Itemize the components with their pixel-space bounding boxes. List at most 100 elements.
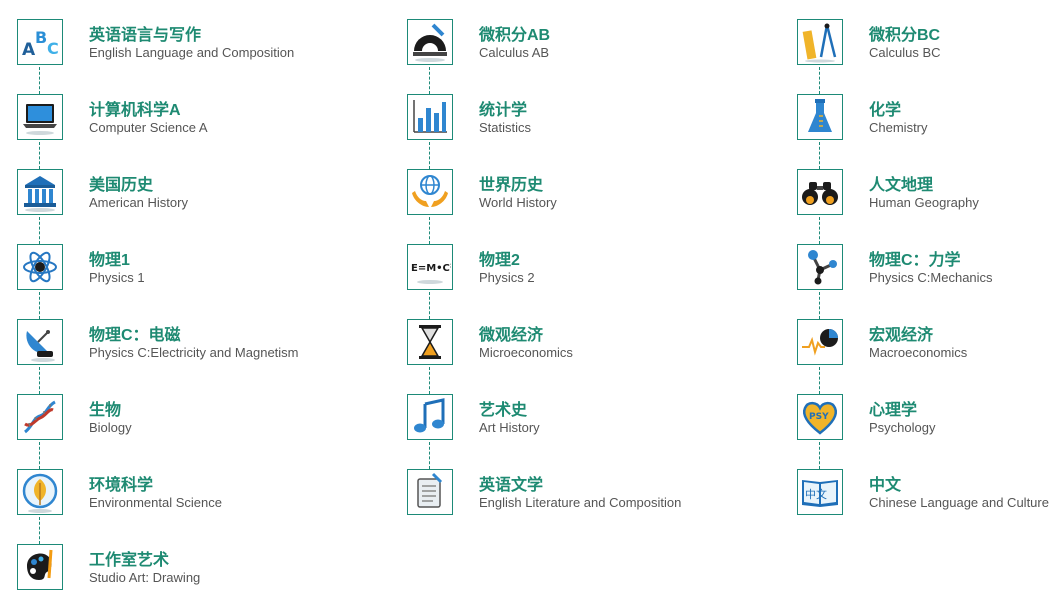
course-icon-box[interactable]: PSY bbox=[797, 394, 843, 440]
course-item[interactable]: 美国历史 American History bbox=[17, 169, 377, 217]
psy-heart-icon: PSY bbox=[803, 401, 837, 435]
course-icon-box[interactable] bbox=[17, 394, 63, 440]
dna-icon bbox=[24, 400, 56, 434]
course-icon-box[interactable] bbox=[17, 544, 63, 590]
course-item[interactable]: 艺术史 Art History bbox=[407, 394, 767, 442]
course-icon-box[interactable] bbox=[407, 469, 453, 515]
course-name-en: Statistics bbox=[479, 120, 532, 135]
course-icon-box[interactable] bbox=[797, 319, 843, 365]
course-icon-box[interactable] bbox=[797, 94, 843, 140]
course-item[interactable]: 工作室艺术 Studio Art: Drawing bbox=[17, 544, 377, 592]
course-name-cn[interactable]: 微积分AB bbox=[479, 21, 550, 45]
connector-line bbox=[429, 217, 430, 244]
course-name-cn[interactable]: 化学 bbox=[869, 96, 901, 120]
course-name-en: Psychology bbox=[869, 420, 936, 435]
museum-icon bbox=[24, 176, 56, 212]
hourglass-icon bbox=[419, 325, 441, 359]
course-icon-box[interactable] bbox=[407, 319, 453, 365]
course-item[interactable]: 物理C：力学 Physics C:Mechanics bbox=[797, 244, 1053, 292]
course-item[interactable]: 中文 中文 Chinese Language and Culture bbox=[797, 469, 1053, 517]
connector-line bbox=[429, 142, 430, 169]
course-item[interactable]: 统计学 Statistics bbox=[407, 94, 767, 142]
course-name-cn[interactable]: 英语语言与写作 bbox=[89, 21, 201, 45]
course-item[interactable]: E=M•C² 物理2 Physics 2 bbox=[407, 244, 767, 292]
course-name-cn[interactable]: 工作室艺术 bbox=[89, 546, 169, 570]
notebook-pen-icon bbox=[417, 472, 443, 508]
course-item[interactable]: A B C 英语语言与写作 English Language and Compo… bbox=[17, 19, 377, 67]
connector-line bbox=[429, 367, 430, 394]
course-name-cn[interactable]: 艺术史 bbox=[479, 396, 527, 420]
course-name-en: Computer Science A bbox=[89, 120, 208, 135]
connector-line bbox=[819, 367, 820, 394]
course-item[interactable]: 英语文学 English Literature and Composition bbox=[407, 469, 767, 517]
course-name-cn[interactable]: 物理2 bbox=[479, 246, 520, 270]
course-icon-box[interactable] bbox=[17, 319, 63, 365]
course-item[interactable]: 微积分BC Calculus BC bbox=[797, 19, 1053, 67]
svg-text:C: C bbox=[47, 39, 59, 58]
course-name-en: American History bbox=[89, 195, 188, 210]
chinese-book-icon: 中文 bbox=[802, 480, 838, 507]
course-item[interactable]: 物理1 Physics 1 bbox=[17, 244, 377, 292]
svg-text:B: B bbox=[35, 28, 47, 47]
course-icon-box[interactable] bbox=[797, 169, 843, 215]
course-name-cn[interactable]: 微积分BC bbox=[869, 21, 940, 45]
course-name-cn[interactable]: 英语文学 bbox=[479, 471, 543, 495]
course-item[interactable]: 生物 Biology bbox=[17, 394, 377, 442]
bar-chart-icon bbox=[413, 100, 447, 133]
connector-line bbox=[429, 67, 430, 94]
course-name-cn[interactable]: 宏观经济 bbox=[869, 321, 933, 345]
course-item[interactable]: 宏观经济 Macroeconomics bbox=[797, 319, 1053, 367]
course-name-cn[interactable]: 环境科学 bbox=[89, 471, 153, 495]
course-item[interactable]: 计算机科学A Computer Science A bbox=[17, 94, 377, 142]
course-icon-box[interactable]: A B C bbox=[17, 19, 63, 65]
icon-label: E=M•C² bbox=[411, 263, 451, 274]
course-name-cn[interactable]: 心理学 bbox=[869, 396, 917, 420]
course-item[interactable]: 人文地理 Human Geography bbox=[797, 169, 1053, 217]
connector-line bbox=[39, 517, 40, 544]
course-name-cn[interactable]: 人文地理 bbox=[869, 171, 933, 195]
palette-icon bbox=[27, 549, 53, 580]
course-icon-box[interactable] bbox=[407, 19, 453, 65]
course-name-cn[interactable]: 物理C：电磁 bbox=[89, 321, 181, 345]
course-item[interactable]: 微观经济 Microeconomics bbox=[407, 319, 767, 367]
course-name-cn[interactable]: 统计学 bbox=[479, 96, 527, 120]
course-name-en: Physics C:Electricity and Magnetism bbox=[89, 345, 299, 360]
course-icon-box[interactable] bbox=[407, 169, 453, 215]
svg-text:A: A bbox=[22, 40, 36, 60]
course-name-en: Calculus BC bbox=[869, 45, 941, 60]
course-item[interactable]: 化学 Chemistry bbox=[797, 94, 1053, 142]
flask-icon bbox=[808, 99, 832, 132]
course-item[interactable]: 环境科学 Environmental Science bbox=[17, 469, 377, 517]
laptop-icon bbox=[23, 104, 57, 135]
course-name-cn[interactable]: 世界历史 bbox=[479, 171, 543, 195]
course-icon-box[interactable]: 中文 bbox=[797, 469, 843, 515]
course-icon-box[interactable] bbox=[407, 394, 453, 440]
course-item[interactable]: 世界历史 World History bbox=[407, 169, 767, 217]
course-name-cn[interactable]: 生物 bbox=[89, 396, 121, 420]
course-item[interactable]: 微积分AB Calculus AB bbox=[407, 19, 767, 67]
course-name-cn[interactable]: 物理C：力学 bbox=[869, 246, 961, 270]
course-icon-box[interactable] bbox=[17, 94, 63, 140]
course-name-cn[interactable]: 美国历史 bbox=[89, 171, 153, 195]
formula-icon: E=M•C² bbox=[411, 263, 451, 284]
course-item[interactable]: 物理C：电磁 Physics C:Electricity and Magneti… bbox=[17, 319, 377, 367]
connector-line bbox=[39, 217, 40, 244]
course-icon-box[interactable] bbox=[17, 469, 63, 515]
course-icon-box[interactable] bbox=[797, 19, 843, 65]
molecule-icon bbox=[808, 250, 837, 285]
icon-label: 中文 bbox=[805, 487, 827, 501]
course-name-cn[interactable]: 中文 bbox=[869, 471, 901, 495]
course-icon-box[interactable] bbox=[17, 244, 63, 290]
course-name-en: Microeconomics bbox=[479, 345, 573, 360]
course-name-cn[interactable]: 计算机科学A bbox=[89, 96, 181, 120]
course-icon-box[interactable]: E=M•C² bbox=[407, 244, 453, 290]
course-icon-box[interactable] bbox=[407, 94, 453, 140]
course-name-en: Studio Art: Drawing bbox=[89, 570, 201, 585]
course-name-cn[interactable]: 微观经济 bbox=[479, 321, 543, 345]
course-name-en: Environmental Science bbox=[89, 495, 222, 510]
course-name-cn[interactable]: 物理1 bbox=[89, 246, 130, 270]
course-item[interactable]: PSY 心理学 Psychology bbox=[797, 394, 1053, 442]
connector-line bbox=[39, 367, 40, 394]
course-icon-box[interactable] bbox=[17, 169, 63, 215]
course-icon-box[interactable] bbox=[797, 244, 843, 290]
